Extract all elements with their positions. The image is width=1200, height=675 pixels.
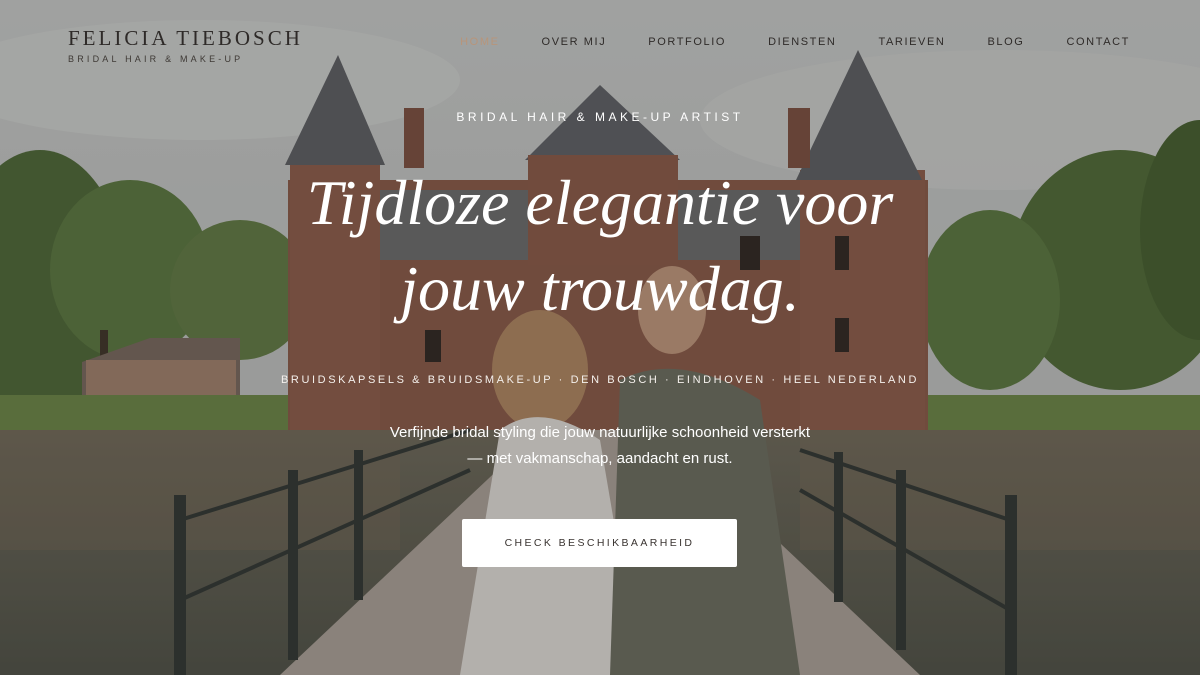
nav-item-home[interactable]: HOME <box>460 36 499 48</box>
brand-name: FELICIA TIEBOSCH <box>68 26 303 50</box>
nav-item-over-mij[interactable]: OVER MIJ <box>542 36 607 48</box>
hero-headline: Tijdloze elegantie voor jouw trouwdag. <box>0 160 1200 332</box>
brand-tagline: BRIDAL HAIR & MAKE-UP <box>68 54 244 64</box>
nav-item-diensten[interactable]: DIENSTEN <box>768 36 836 48</box>
hero-headline-line-1: Tijdloze elegantie voor <box>306 167 894 238</box>
hero-intro: Verfijnde bridal styling die jouw natuur… <box>0 420 1200 471</box>
nav-item-portfolio[interactable]: PORTFOLIO <box>648 36 726 48</box>
main-navigation: HOME OVER MIJ PORTFOLIO DIENSTEN TARIEVE… <box>460 36 1130 48</box>
check-availability-button[interactable]: CHECK BESCHIKBAARHEID <box>462 519 737 567</box>
site-logo[interactable]: FELICIA TIEBOSCH BRIDAL HAIR & MAKE-UP <box>68 26 303 64</box>
hero-intro-line-2: — met vakmanschap, aandacht en rust. <box>467 449 733 467</box>
nav-item-tarieven[interactable]: TARIEVEN <box>878 36 945 48</box>
hero-overlay <box>0 0 1200 675</box>
hero-section <box>0 0 1200 675</box>
hero-locations: BRUIDSKAPSELS & BRUIDSMAKE-UP · DEN BOSC… <box>281 374 919 386</box>
nav-item-blog[interactable]: BLOG <box>987 36 1024 48</box>
hero-eyebrow: BRIDAL HAIR & MAKE-UP ARTIST <box>456 110 744 124</box>
nav-item-contact[interactable]: CONTACT <box>1066 36 1130 48</box>
hero-headline-line-2: jouw trouwdag. <box>400 252 800 324</box>
hero-intro-line-1: Verfijnde bridal styling die jouw natuur… <box>389 424 811 441</box>
